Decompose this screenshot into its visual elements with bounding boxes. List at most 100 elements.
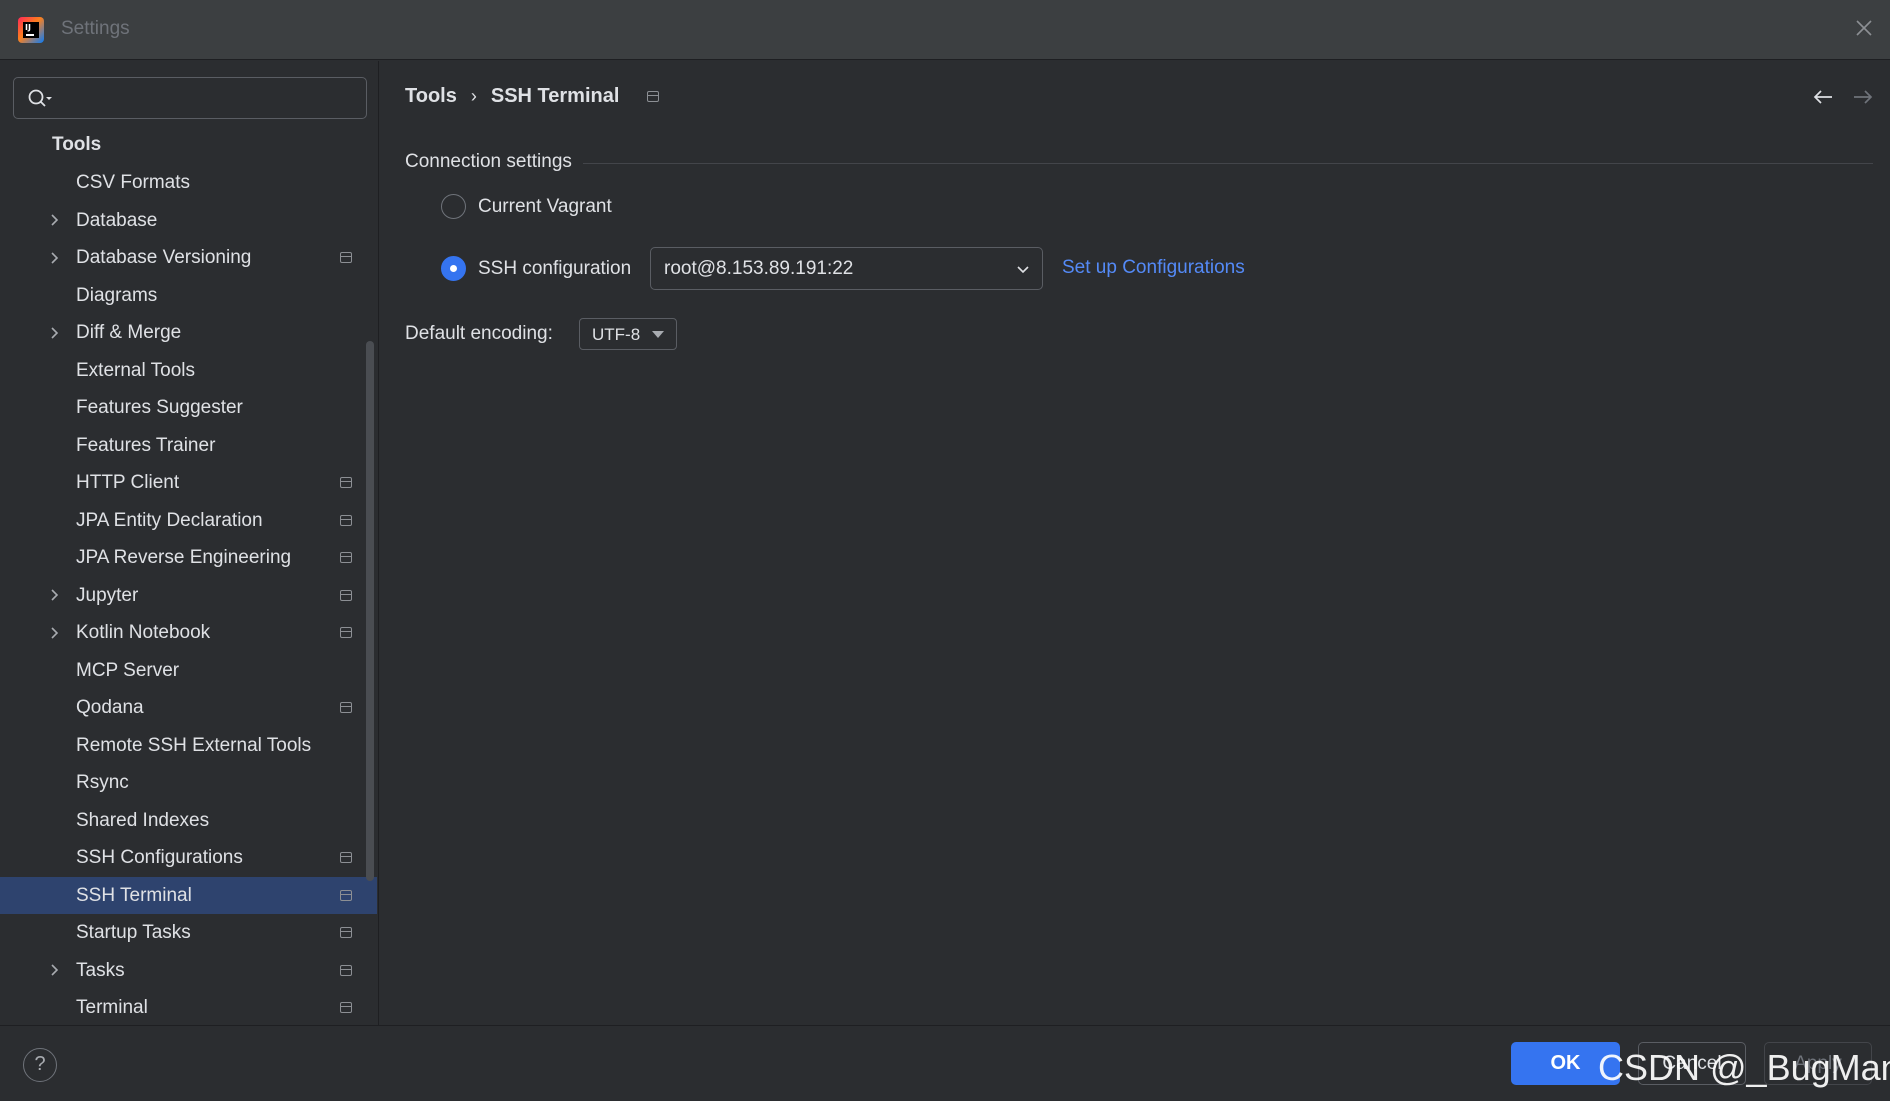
- sidebar-item-http-client[interactable]: HTTP Client: [0, 464, 377, 502]
- ssh-configuration-dropdown[interactable]: root@8.153.89.191:22: [650, 247, 1043, 290]
- chevron-right-icon[interactable]: [50, 577, 62, 615]
- sidebar-item-label: SSH Configurations: [76, 847, 243, 868]
- search-icon: [28, 89, 52, 107]
- chevron-right-icon[interactable]: [50, 314, 62, 352]
- radio-ssh-configuration-row[interactable]: SSH configuration: [441, 256, 631, 281]
- sidebar-item-diff-merge[interactable]: Diff & Merge: [0, 314, 377, 352]
- sidebar-item-label: HTTP Client: [76, 472, 180, 493]
- sidebar-item-label: Database: [76, 209, 158, 231]
- breadcrumb-parent[interactable]: Tools: [405, 85, 457, 108]
- tree-section-tools[interactable]: Tools: [0, 126, 377, 164]
- sidebar-item-label: Shared Indexes: [76, 809, 210, 831]
- sidebar-item-shared-indexes[interactable]: Shared Indexes: [0, 802, 377, 840]
- sidebar-item-remote-ssh-external-tools[interactable]: Remote SSH External Tools: [0, 727, 377, 765]
- forward-arrow-icon[interactable]: [1852, 88, 1874, 106]
- project-level-icon: [340, 514, 352, 526]
- sidebar-item-label: Jupyter: [76, 584, 139, 606]
- sidebar-item-ssh-configurations[interactable]: SSH Configurations: [0, 839, 377, 877]
- sidebar-item-tasks[interactable]: Tasks: [0, 952, 377, 990]
- project-level-icon: [340, 552, 352, 563]
- settings-content: Tools › SSH Terminal Connection settings…: [380, 61, 1890, 1025]
- sidebar-item-label: Features Suggester: [76, 397, 243, 418]
- sidebar-item-diagrams[interactable]: Diagrams: [0, 277, 377, 315]
- project-level-icon: [340, 477, 352, 488]
- breadcrumb: Tools › SSH Terminal: [405, 85, 660, 108]
- sidebar-item-label: Terminal: [76, 997, 148, 1018]
- sidebar-item-label: CSV Formats: [76, 172, 191, 193]
- breadcrumb-current: SSH Terminal: [490, 85, 620, 107]
- chevron-right-icon[interactable]: [50, 952, 62, 990]
- chevron-right-icon[interactable]: [50, 239, 62, 277]
- project-level-icon: [340, 1002, 352, 1013]
- project-level-icon: [647, 91, 660, 102]
- radio-ssh-configuration-label[interactable]: SSH configuration: [478, 258, 631, 280]
- sidebar-item-kotlin-notebook[interactable]: Kotlin Notebook: [0, 614, 377, 652]
- default-encoding-label: Default encoding:: [405, 323, 553, 344]
- sidebar-item-mcp-server[interactable]: MCP Server: [0, 652, 377, 690]
- sidebar-item-jpa-entity-declaration[interactable]: JPA Entity Declaration: [0, 502, 377, 540]
- dialog-footer: ? OK Cancel Apply CSDN @_BugMan: [0, 1025, 1890, 1101]
- project-level-icon: [340, 964, 352, 976]
- default-encoding-dropdown[interactable]: UTF-8: [579, 318, 677, 350]
- help-button[interactable]: ?: [23, 1048, 57, 1082]
- sidebar-item-database-versioning[interactable]: Database Versioning: [0, 239, 377, 277]
- sidebar-item-features-suggester[interactable]: Features Suggester: [0, 389, 377, 427]
- dropdown-triangle-icon: [652, 331, 664, 338]
- sidebar-item-label: Diff & Merge: [76, 322, 182, 343]
- settings-tree: Tools CSV Formats Database Database Versio…: [0, 126, 377, 1027]
- project-level-icon: [340, 852, 352, 863]
- sidebar-item-database[interactable]: Database: [0, 202, 377, 240]
- sidebar-item-label: Features Trainer: [76, 434, 216, 456]
- sidebar-item-label: SSH Terminal: [76, 884, 192, 906]
- sidebar-item-csv-formats[interactable]: CSV Formats: [0, 164, 377, 202]
- intellij-logo-icon: IJ: [18, 17, 44, 43]
- title-bar: IJ Settings: [0, 0, 1890, 60]
- radio-current-vagrant[interactable]: [441, 194, 466, 219]
- window-title: Settings: [61, 18, 130, 39]
- sidebar-item-label: Kotlin Notebook: [76, 622, 211, 643]
- set-up-configurations-link[interactable]: Set up Configurations: [1062, 257, 1245, 279]
- close-icon[interactable]: [1852, 16, 1876, 40]
- sidebar-item-jpa-reverse-engineering[interactable]: JPA Reverse Engineering: [0, 539, 377, 577]
- radio-current-vagrant-label[interactable]: Current Vagrant: [478, 196, 612, 218]
- settings-search[interactable]: [13, 77, 367, 119]
- project-level-icon: [340, 702, 352, 713]
- section-divider: [583, 163, 1873, 164]
- project-level-icon: [340, 589, 352, 601]
- sidebar-item-label: Diagrams: [76, 284, 158, 306]
- radio-current-vagrant-row[interactable]: Current Vagrant: [441, 194, 612, 219]
- sidebar-item-jupyter[interactable]: Jupyter: [0, 577, 377, 615]
- ssh-configuration-value: root@8.153.89.191:22: [664, 258, 854, 279]
- sidebar-scrollbar[interactable]: [366, 341, 374, 881]
- default-encoding-value: UTF-8: [592, 325, 641, 344]
- project-level-icon: [340, 889, 352, 901]
- sidebar-item-features-trainer[interactable]: Features Trainer: [0, 427, 377, 465]
- sidebar-item-label: JPA Entity Declaration: [76, 509, 263, 531]
- sidebar-item-label: MCP Server: [76, 659, 180, 681]
- sidebar-item-label: Startup Tasks: [76, 922, 191, 943]
- sidebar-item-label: Database Versioning: [76, 247, 252, 268]
- project-level-icon: [340, 627, 352, 638]
- connection-settings-title: Connection settings: [405, 151, 572, 172]
- sidebar-item-startup-tasks[interactable]: Startup Tasks: [0, 914, 377, 952]
- sidebar-item-rsync[interactable]: Rsync: [0, 764, 377, 802]
- sidebar-item-qodana[interactable]: Qodana: [0, 689, 377, 727]
- chevron-down-icon: [1017, 266, 1029, 274]
- sidebar-item-label: Tasks: [76, 959, 125, 981]
- back-arrow-icon[interactable]: [1812, 88, 1834, 106]
- sidebar-item-ssh-terminal[interactable]: SSH Terminal: [0, 876, 377, 914]
- sidebar-item-label: Qodana: [76, 697, 144, 718]
- sidebar-item-label: JPA Reverse Engineering: [76, 547, 292, 568]
- project-level-icon: [340, 252, 352, 263]
- chevron-right-icon[interactable]: [50, 202, 62, 240]
- watermark-text: CSDN @_BugMan: [1598, 1047, 1890, 1088]
- search-input[interactable]: [62, 84, 357, 112]
- sidebar-item-terminal[interactable]: Terminal: [0, 989, 377, 1027]
- sidebar-item-label: External Tools: [76, 359, 195, 381]
- radio-ssh-configuration[interactable]: [441, 256, 466, 281]
- breadcrumb-separator: ›: [470, 86, 477, 106]
- sidebar-item-label: Remote SSH External Tools: [76, 734, 312, 756]
- sidebar-item-label: Rsync: [76, 772, 129, 793]
- sidebar-item-external-tools[interactable]: External Tools: [0, 352, 377, 390]
- chevron-right-icon[interactable]: [50, 614, 62, 652]
